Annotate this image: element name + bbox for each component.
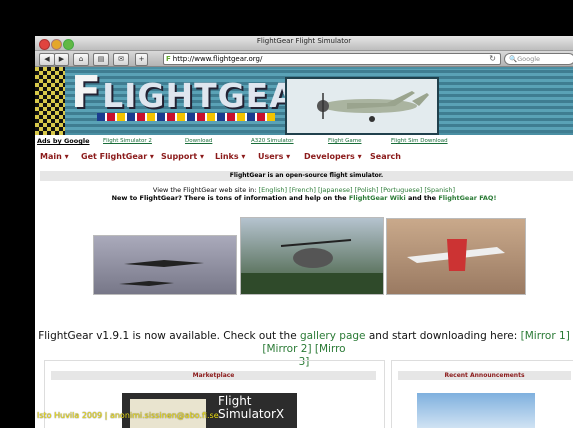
nav-item-developers[interactable]: Developers ▾ bbox=[304, 152, 362, 161]
checker-pattern bbox=[35, 67, 65, 135]
main-navigation: Main ▾ Get FlightGear ▾ Support ▾ Links … bbox=[35, 149, 573, 165]
search-input[interactable]: 🔍Google bbox=[504, 53, 573, 65]
mirror-3-link[interactable]: [Mirro bbox=[315, 343, 346, 355]
tagline: FlightGear is an open-source flight simu… bbox=[40, 171, 573, 181]
nav-item-users[interactable]: Users ▾ bbox=[258, 152, 290, 161]
toolbar: ◀ ▶ ⌂ ▤ ✉ + Fhttp://www.flightgear.org/ … bbox=[35, 51, 573, 67]
ad-link[interactable]: A320 Simulator bbox=[251, 138, 294, 144]
nav-item-links[interactable]: Links ▾ bbox=[215, 152, 245, 161]
gallery-link[interactable]: gallery page bbox=[300, 330, 366, 342]
announcements-heading: Recent Announcements bbox=[398, 371, 571, 380]
web-page: FLIGHTGEAR Ads by Google Flight Simulato… bbox=[35, 67, 573, 428]
bookmarks-icon[interactable]: ✉ bbox=[113, 53, 129, 66]
forward-button[interactable]: ▶ bbox=[54, 53, 69, 66]
screenshot-jet[interactable] bbox=[93, 235, 237, 295]
credit-text: Isto Huvila 2009 | anonimi.sissinen@abo.… bbox=[37, 411, 219, 420]
announcement-image[interactable] bbox=[417, 393, 535, 428]
mirror-2-link[interactable]: [Mirror 2] bbox=[262, 343, 311, 355]
browser-window: FlightGear Flight Simulator ◀ ▶ ⌂ ▤ ✉ + … bbox=[35, 36, 573, 428]
title-bar[interactable]: FlightGear Flight Simulator bbox=[35, 36, 573, 51]
language-link[interactable]: [French] bbox=[289, 186, 316, 194]
faq-link[interactable]: FlightGear FAQ! bbox=[438, 194, 496, 202]
nav-item-search[interactable]: Search bbox=[370, 152, 401, 161]
search-icon: 🔍 bbox=[509, 55, 518, 63]
site-icon: F bbox=[166, 55, 171, 63]
ad-link[interactable]: Flight Simulator 2 bbox=[103, 138, 152, 144]
intro-text: New to FlightGear? There is tons of info… bbox=[111, 194, 347, 202]
language-prefix: View the FlightGear web site in: bbox=[152, 186, 257, 194]
intro-and: and the bbox=[407, 194, 437, 202]
announce-text-2: and start downloading here: bbox=[368, 330, 518, 342]
logo-initial: F bbox=[71, 67, 103, 118]
mirror-1-link[interactable]: [Mirror 1] bbox=[521, 330, 570, 342]
ad-link[interactable]: Flight Sim Download bbox=[391, 138, 448, 144]
airplane-image bbox=[285, 77, 439, 135]
ad-link[interactable]: Download bbox=[185, 138, 212, 144]
marketplace-heading: Marketplace bbox=[51, 371, 376, 380]
site-banner: FLIGHTGEAR bbox=[35, 67, 573, 135]
reload-icon[interactable]: ↻ bbox=[489, 54, 496, 64]
home-icon[interactable]: ⌂ bbox=[73, 53, 89, 66]
ad-link[interactable]: Flight Game bbox=[328, 138, 361, 144]
language-link[interactable]: [Spanish] bbox=[424, 186, 455, 194]
language-flags[interactable] bbox=[97, 113, 275, 121]
wiki-link[interactable]: FlightGear Wiki bbox=[349, 194, 406, 202]
nav-item-support[interactable]: Support ▾ bbox=[161, 152, 204, 161]
print-icon[interactable]: ▤ bbox=[93, 53, 109, 66]
back-button[interactable]: ◀ bbox=[39, 53, 55, 66]
window-title: FlightGear Flight Simulator bbox=[256, 37, 352, 45]
language-link[interactable]: [Portuguese] bbox=[381, 186, 423, 194]
address-bar[interactable]: Fhttp://www.flightgear.org/ ↻ bbox=[163, 53, 501, 65]
language-link[interactable]: [Japanese] bbox=[318, 186, 353, 194]
language-selector: View the FlightGear web site in: [Englis… bbox=[35, 186, 573, 202]
announce-text: FlightGear v1.9.1 is now available. Chec… bbox=[38, 330, 297, 342]
language-link[interactable]: [Polish] bbox=[355, 186, 379, 194]
add-bookmark-button[interactable]: + bbox=[135, 53, 148, 66]
search-placeholder: Google bbox=[517, 55, 541, 63]
screenshot-cessna[interactable] bbox=[386, 218, 526, 295]
ads-label[interactable]: Ads by Google bbox=[37, 137, 90, 145]
url-text: http://www.flightgear.org/ bbox=[172, 55, 263, 63]
nav-item-get-flightgear[interactable]: Get FlightGear ▾ bbox=[81, 152, 154, 161]
screenshot-helicopter[interactable] bbox=[240, 217, 384, 295]
ads-bar: Ads by Google Flight Simulator 2 Downloa… bbox=[35, 137, 573, 147]
nav-item-main[interactable]: Main ▾ bbox=[40, 152, 69, 161]
language-link[interactable]: [English] bbox=[259, 186, 288, 194]
